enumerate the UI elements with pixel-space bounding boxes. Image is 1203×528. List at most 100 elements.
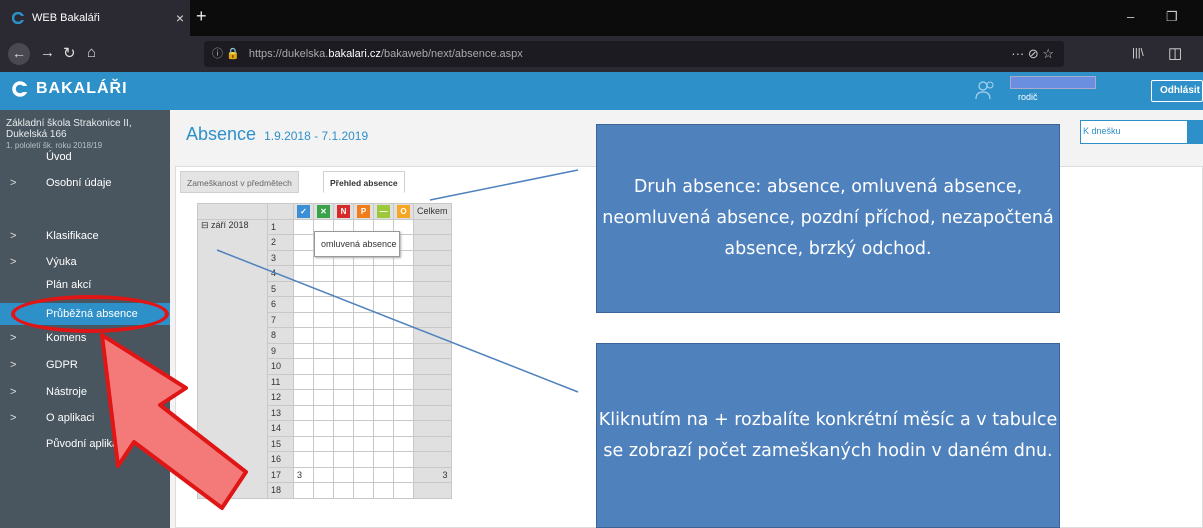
type-pozdni[interactable]: P [353,203,374,220]
minimize-icon[interactable]: – [1127,9,1134,24]
total-cell: 3 [413,466,452,483]
absence-cell [393,358,414,375]
reload-icon[interactable]: ↻ [63,44,76,62]
type-brzky-odchod[interactable]: O [393,203,414,220]
url-bar[interactable]: ⓘ 🔒 https://dukelska.bakalari.cz/bakaweb… [204,41,1064,67]
tab-prehled-absence[interactable]: Přehled absence [323,171,405,193]
day-cell: 11 [267,373,294,390]
tab-zameskanost[interactable]: Zameškanost v předmětech [180,171,299,193]
logout-button[interactable]: Odhlásit [1151,80,1203,102]
day-cell: 6 [267,296,294,313]
absence-cell [313,404,334,421]
back-arrow-icon[interactable]: ← [8,43,30,65]
day-cell: 17 [267,466,294,483]
sidebar-item-vyuka[interactable]: > Výuka [0,251,170,273]
chevron-right-icon: > [10,177,17,189]
absence-cell [393,482,414,499]
url-tools-icons[interactable]: ··· ⊘ ☆ [1011,41,1054,67]
restore-icon[interactable]: ❐ [1166,9,1178,25]
forward-arrow-icon[interactable]: → [40,44,55,61]
type-omluvena[interactable]: ✕ [313,203,334,220]
absence-cell [333,373,354,390]
absence-cell [373,280,394,297]
absence-cell [373,296,394,313]
date-range: 1.9.2018 - 7.1.2019 [264,129,369,143]
absence-cell [293,234,314,251]
sidebar-item-plan-akci[interactable]: Plán akcí [0,274,170,296]
absence-cell [313,327,334,344]
sidebar-item-puvodni-aplikace[interactable]: Původní aplikace [0,433,170,455]
sidebar-toggle-icon[interactable]: ◫ [1168,44,1182,62]
sidebar-item-label: O aplikaci [46,412,95,424]
chevron-right-icon: > [10,332,17,344]
absence-cell [333,466,354,483]
new-tab-button[interactable]: + [196,6,207,27]
day-cell: 4 [267,265,294,282]
highlight-oval [11,295,169,333]
type-nezapoctena[interactable]: — [373,203,394,220]
tab-close-icon[interactable]: × [176,10,184,26]
absence-cell [333,420,354,437]
absence-cell [393,296,414,313]
chevron-right-icon: > [10,256,17,268]
absence-cell [313,296,334,313]
absence-cell [393,327,414,344]
check-icon: ✓ [297,204,310,218]
sidebar-item-klasifikace[interactable]: > Klasifikace [0,225,170,247]
absence-cell [393,420,414,437]
absence-cell [333,451,354,468]
absence-cell [333,404,354,421]
day-cell: 10 [267,358,294,375]
bakalari-logo-icon [12,81,28,97]
absence-cell [373,342,394,359]
home-icon[interactable]: ⌂ [87,44,96,61]
absence-cell [393,373,414,390]
absence-cell [293,327,314,344]
callout-expand-month: Kliknutím na + rozbalíte konkrétní měsíc… [596,343,1060,528]
absence-cell [313,420,334,437]
library-icon[interactable]: |||\ [1132,47,1144,59]
total-cell [413,373,452,390]
browser-tab[interactable]: WEB Bakaláři × [0,0,190,36]
url-domain: bakalari.cz [328,48,381,60]
total-cell [413,482,452,499]
absence-cell [333,327,354,344]
absence-cell [353,389,374,406]
total-cell [413,389,452,406]
info-icon[interactable]: ⓘ [212,48,223,60]
type-neomluvena[interactable]: N [333,203,354,220]
user-icon [975,81,994,100]
day-cell: 1 [267,218,294,235]
absence-cell [373,404,394,421]
k-dnesku-select[interactable]: K dnešku [1080,120,1188,144]
absence-cell [353,327,374,344]
sidebar-item-o-aplikaci[interactable]: > O aplikaci [0,407,170,429]
absence-cell [353,373,374,390]
month-cell[interactable]: ⊟ září 2018 [197,218,268,499]
absence-cell [293,311,314,328]
app-header: BAKALÁŘI rodič Odhlásit [0,72,1203,110]
sidebar-item-uvod[interactable]: Úvod [0,146,170,168]
absence-cell [393,280,414,297]
day-cell: 9 [267,342,294,359]
day-cell: 18 [267,482,294,499]
absence-type-tooltip: omluvená absence [314,231,400,257]
sidebar-item-gdpr[interactable]: > GDPR [0,354,170,376]
absence-cell [373,435,394,452]
day-cell: 7 [267,311,294,328]
app-logo[interactable]: BAKALÁŘI [12,80,128,98]
absence-cell [313,389,334,406]
absence-cell [393,451,414,468]
sidebar-item-nastroje[interactable]: > Nástroje [0,381,170,403]
absence-cell [353,482,374,499]
url-prefix: https://dukelska. [248,48,329,60]
table-header-row: ✓ ✕ N P — O Celkem [197,203,452,220]
absence-cell [373,420,394,437]
absence-cell [353,451,374,468]
select-dropdown-button[interactable] [1188,120,1203,144]
sidebar-item-osobni-udaje[interactable]: > Osobní údaje [0,172,170,194]
absence-cell [393,342,414,359]
type-absence[interactable]: ✓ [293,203,314,220]
url-path: /bakaweb/next/absence.aspx [380,48,523,60]
absence-cell [333,280,354,297]
